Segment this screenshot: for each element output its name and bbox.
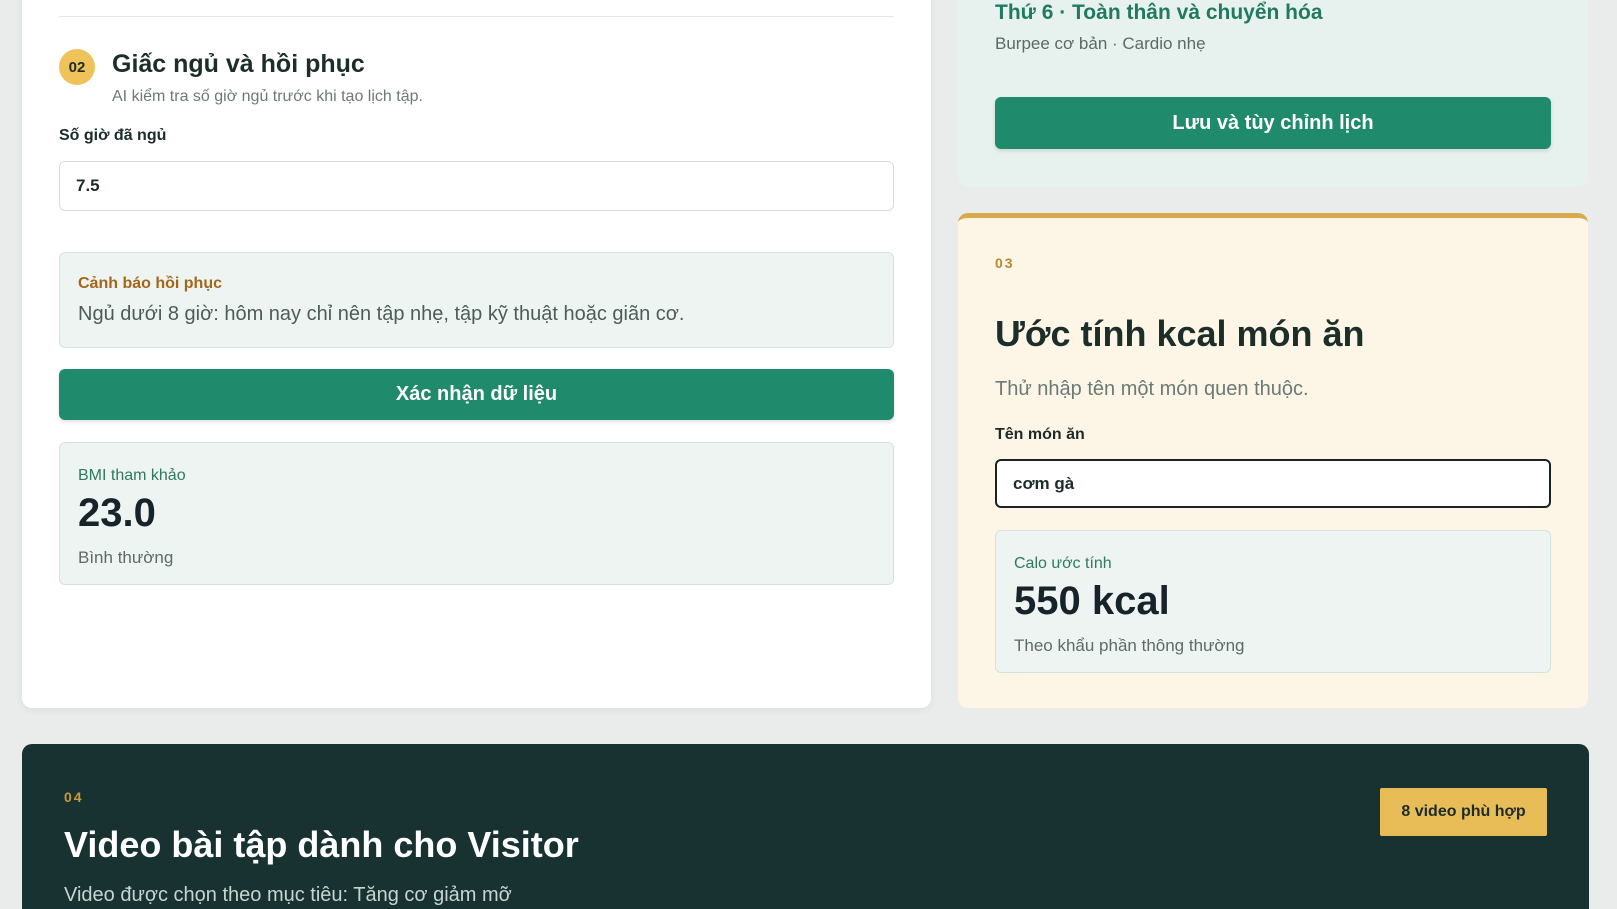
save-customize-schedule-button[interactable]: Lưu và tùy chỉnh lịch (995, 97, 1551, 149)
video-section-title: Video bài tập dành cho Visitor (64, 824, 579, 865)
calorie-result-box: Calo ước tính 550 kcal Theo khẩu phần th… (995, 530, 1551, 673)
sleep-hours-label: Số giờ đã ngủ (59, 127, 167, 144)
video-section: 04 Video bài tập dành cho Visitor Video … (22, 744, 1589, 909)
calorie-value: 550 kcal (1014, 579, 1170, 623)
bmi-box: BMI tham khảo 23.0 Bình thường (59, 442, 894, 585)
calorie-label: Calo ước tính (1014, 555, 1112, 572)
video-count-badge: 8 video phù hợp (1380, 788, 1547, 836)
dish-name-input[interactable]: cơm gà (995, 459, 1551, 508)
bmi-label: BMI tham khảo (78, 467, 186, 484)
section-number: 03 (995, 255, 1015, 271)
calorie-note: Theo khẩu phần thông thường (1014, 636, 1245, 655)
recovery-warning: Cảnh báo hồi phục Ngủ dưới 8 giờ: hôm na… (59, 252, 894, 348)
section-subtitle: AI kiểm tra số giờ ngủ trước khi tạo lịc… (112, 88, 423, 105)
video-section-subtitle: Video được chọn theo mục tiêu: Tăng cơ g… (64, 884, 512, 906)
schedule-card: Thứ 6 · Toàn thân và chuyển hóa Burpee c… (958, 0, 1588, 187)
sleep-recovery-card: 02 Giấc ngủ và hồi phục AI kiểm tra số g… (22, 0, 931, 708)
schedule-day-title: Thứ 6 · Toàn thân và chuyển hóa (995, 1, 1323, 24)
kcal-subtitle: Thử nhập tên một món quen thuộc. (995, 378, 1309, 400)
warning-text: Ngủ dưới 8 giờ: hôm nay chỉ nên tập nhẹ,… (78, 303, 685, 325)
warning-title: Cảnh báo hồi phục (78, 275, 222, 292)
step-number-badge: 02 (59, 49, 95, 85)
section-number: 04 (64, 789, 84, 805)
confirm-data-button[interactable]: Xác nhận dữ liệu (59, 369, 894, 420)
kcal-title: Ước tính kcal món ăn (995, 313, 1365, 354)
section-title: Giấc ngủ và hồi phục (112, 50, 365, 78)
kcal-estimate-card: 03 Ước tính kcal món ăn Thử nhập tên một… (958, 213, 1588, 708)
page: 02 Giấc ngủ và hồi phục AI kiểm tra số g… (0, 0, 1617, 909)
bmi-value: 23.0 (78, 491, 156, 535)
dish-name-label: Tên món ăn (995, 426, 1085, 443)
divider (59, 16, 894, 17)
schedule-day-exercises: Burpee cơ bản · Cardio nhẹ (995, 34, 1206, 53)
sleep-hours-input[interactable]: 7.5 (59, 161, 894, 211)
bmi-note: Bình thường (78, 548, 174, 567)
